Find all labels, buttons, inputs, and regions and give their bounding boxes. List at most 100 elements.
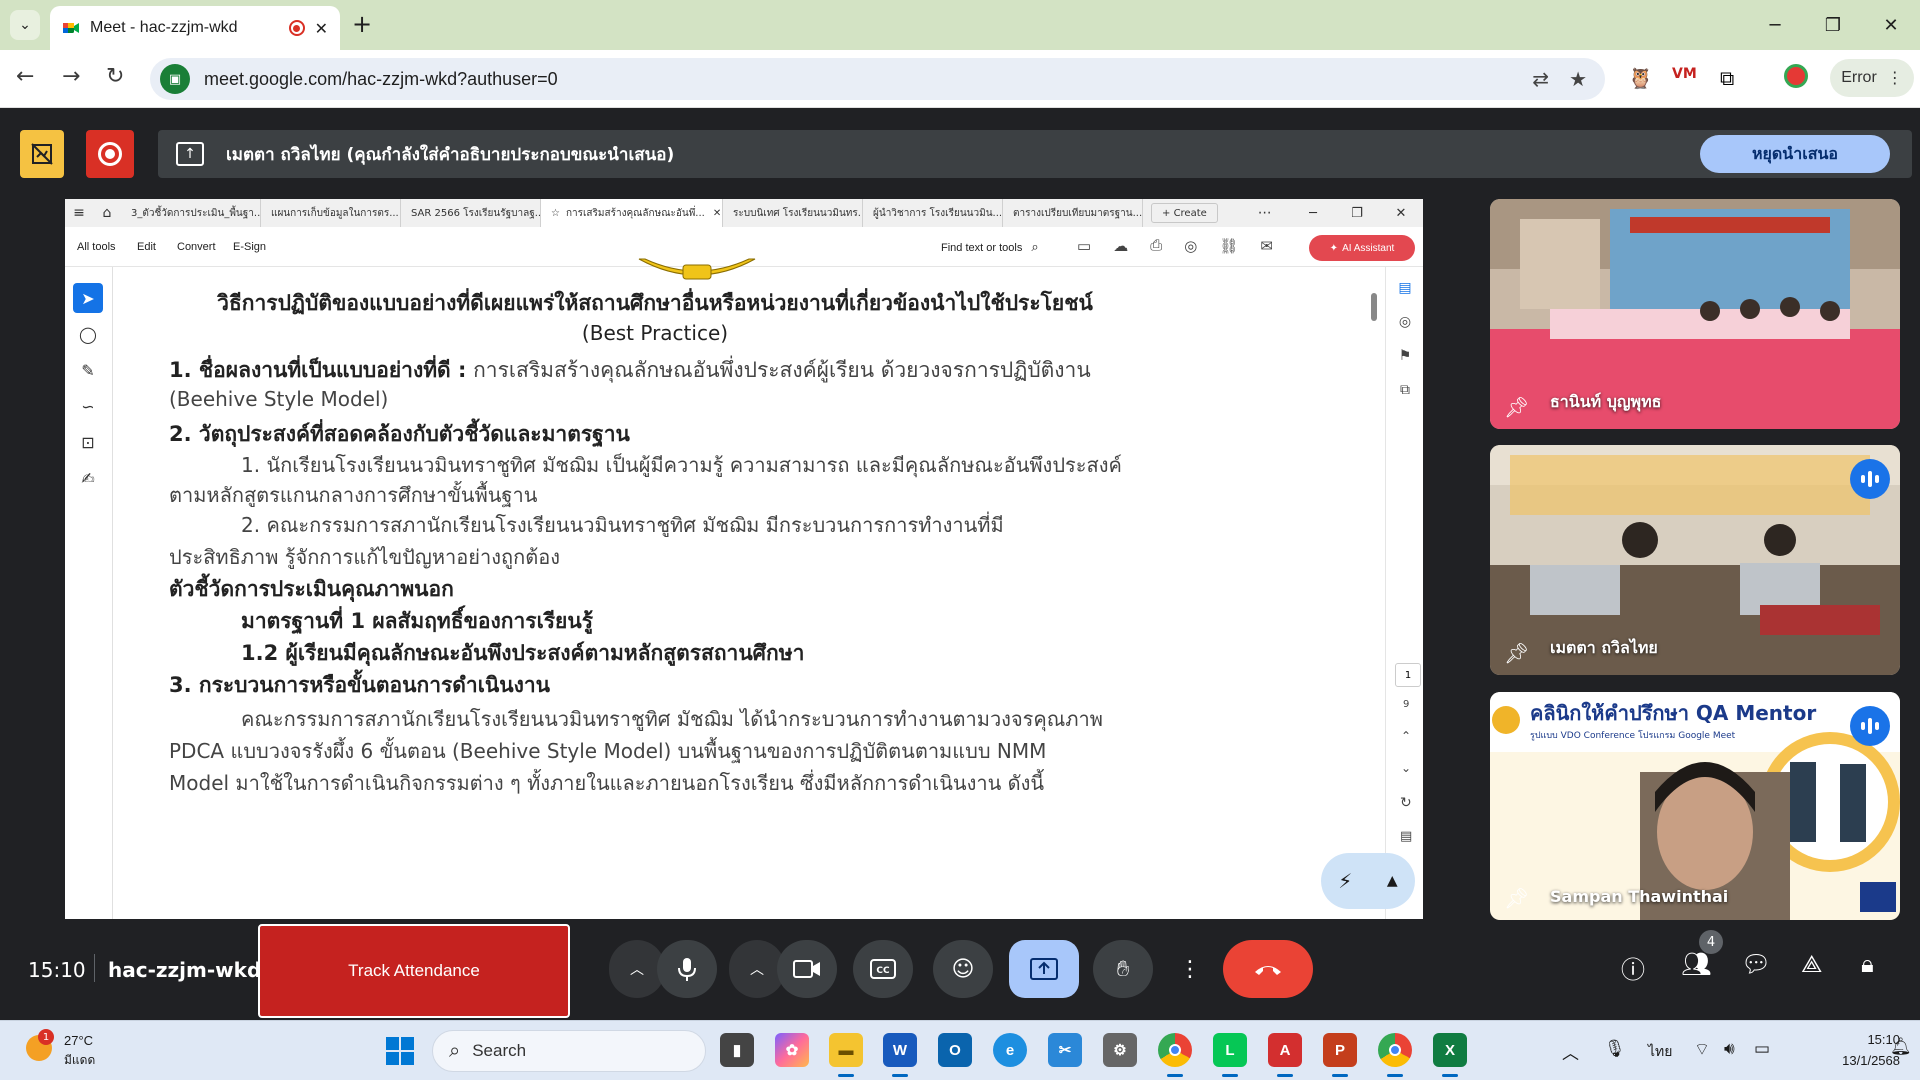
wifi-icon[interactable]: ⌔ [1694,1039,1710,1060]
camera-button[interactable] [777,940,837,998]
settings-icon[interactable]: ⚙ [1103,1033,1137,1067]
weather-widget[interactable]: 1 27°C มีแดด [26,1029,136,1073]
people-icon[interactable]: 👥︎ [1681,950,1711,978]
back-button[interactable]: ← [16,64,34,89]
battery-icon[interactable]: ▭ [1754,1039,1770,1059]
more-tabs-icon[interactable]: ⋯ [1258,205,1272,221]
pin-icon[interactable]: 📌︎ [1504,886,1529,910]
pdf-tab-active[interactable]: ☆ การเสริมสร้างคุณลักษณะอันพึ่... ✕ [541,199,723,227]
draw-tool-icon[interactable]: ∽ [73,391,103,421]
minimize-window-button[interactable]: ─ [1746,0,1804,50]
host-controls-icon[interactable]: 🔒︎ [1861,950,1874,978]
browser-menu-icon[interactable]: ⋮ [1887,68,1903,88]
mail-icon[interactable]: ✉ [1260,237,1273,255]
quick-tools-icon[interactable]: ⚡ [1338,869,1352,893]
snipping-tool-icon[interactable]: ✂ [1048,1033,1082,1067]
pdf-tab[interactable]: แผนการเก็บข้อมูลในการตร... [261,199,401,227]
pin-icon[interactable]: 📌︎ [1504,395,1529,419]
acrobat-icon[interactable]: A [1268,1033,1302,1077]
close-tab-icon[interactable]: ✕ [315,19,328,38]
more-options-button[interactable]: ⋮ [1169,940,1211,998]
chevron-up-icon[interactable]: ▲ [1387,873,1398,889]
pdf-scrollbar[interactable] [1371,293,1377,321]
pdf-menu-icon[interactable]: ≡ [65,205,93,221]
extension-vm-icon[interactable]: VM [1672,66,1697,82]
pdf-home-icon[interactable]: ⌂ [93,205,121,221]
input-language[interactable]: ไทย [1648,1041,1672,1063]
comment-tool-icon[interactable]: ◯ [73,319,103,349]
powerpoint-icon[interactable]: P [1323,1033,1357,1077]
bookmarks-panel-icon[interactable]: ⚑ [1386,339,1423,373]
fit-page-icon[interactable]: ▤ [1400,829,1412,844]
recording-button[interactable] [86,130,134,178]
sign-tool-icon[interactable]: ✍ [73,463,103,493]
notifications-icon[interactable]: 🔔︎ [1890,1037,1912,1057]
captions-button[interactable]: CC [853,940,913,998]
edge-icon[interactable]: e [993,1033,1027,1067]
line-icon[interactable]: L [1213,1033,1247,1077]
print-icon[interactable]: ⎙ [1150,237,1162,255]
meeting-info-icon[interactable]: ⓘ [1621,950,1645,985]
address-bar[interactable]: ▣ meet.google.com/hac-zzjm-wkd?authuser=… [150,58,1605,100]
raise-hand-button[interactable]: ✋︎ [1093,940,1153,998]
copilot-icon[interactable]: ✿ [775,1033,809,1067]
pdf-tab[interactable]: ตารางเปรียบเทียบมาตรฐาน... [1003,199,1143,227]
search-doc-icon[interactable]: ◎ [1184,237,1197,255]
file-explorer-icon[interactable]: ▬ [829,1033,863,1077]
stop-presenting-button[interactable]: หยุดนำเสนอ [1700,135,1890,173]
profile-avatar-icon[interactable] [1784,64,1808,88]
close-pdf-tab-icon[interactable]: ✕ [713,208,721,219]
menu-esign[interactable]: E-Sign [233,241,266,253]
close-window-button[interactable]: ✕ [1862,0,1920,50]
page-number-input[interactable]: 1 [1395,663,1421,687]
chat-icon[interactable]: 💬︎ [1741,950,1771,978]
reactions-button[interactable]: ☺ [933,940,993,998]
pdf-close-button[interactable]: ✕ [1379,199,1423,227]
extension-owl-icon[interactable]: 🦉 [1628,66,1653,90]
create-tab-button[interactable]: + Create [1151,203,1218,223]
comments-panel-icon[interactable]: ◎ [1386,305,1423,339]
find-text-tools[interactable]: Find text or tools ⌕ [941,239,1039,255]
participant-tile[interactable]: คลินิกให้คำปรึกษา QA Mentor รูปแบบ VDO C… [1490,692,1900,920]
pin-icon[interactable]: 📌︎ [1504,641,1529,665]
text-select-tool-icon[interactable]: ⊡ [73,427,103,457]
participant-tile[interactable]: 📌︎ เมตตา ถวิลไทย [1490,445,1900,675]
pdf-restore-button[interactable]: ❐ [1335,199,1379,227]
ai-assistant-button[interactable]: ✦ AI Assistant [1309,235,1415,261]
taskbar-search[interactable]: ⌕ Search [432,1030,706,1072]
present-screen-button[interactable] [1009,940,1079,998]
select-tool-icon[interactable]: ➤ [73,283,103,313]
windows-start-icon[interactable] [386,1037,414,1065]
profile-error-chip[interactable]: Error ⋮ [1830,59,1914,97]
menu-edit[interactable]: Edit [137,241,156,253]
volume-icon[interactable]: 🔊︎ [1724,1039,1735,1059]
excel-icon[interactable]: X [1433,1033,1467,1077]
browser-tab-meet[interactable]: Meet - hac-zzjm-wkd ✕ [50,6,340,50]
chrome-icon[interactable] [1158,1033,1192,1077]
tab-search-button[interactable]: ⌄ [10,10,40,40]
link-icon[interactable]: ⛓ [1219,237,1238,255]
translate-icon[interactable]: ⇄ [1532,67,1549,91]
chrome-profile-icon[interactable] [1378,1033,1412,1077]
word-icon[interactable]: W [883,1033,917,1077]
task-view-icon[interactable]: ▮ [720,1033,754,1067]
pdf-tab[interactable]: ผู้นำวิชาการ โรงเรียนนวมิน... [863,199,1003,227]
track-attendance-button[interactable]: Track Attendance [258,924,570,1018]
forward-button[interactable]: → [62,64,80,89]
activities-icon[interactable]: ⟁ [1801,950,1822,978]
pdf-tab[interactable]: SAR 2566 โรงเรียนรัฐบาลฐ... [401,199,541,227]
bookmark-star-icon[interactable]: ★ [1569,67,1587,91]
participant-tile[interactable]: 📌︎ ธานินท์ บุญพุทธ [1490,199,1900,429]
new-tab-button[interactable]: + [352,10,372,38]
save-icon[interactable]: ▭ [1077,237,1091,255]
pdf-minimize-button[interactable]: ─ [1291,199,1335,227]
taskbar-clock[interactable]: 15:10 13/1/2568 [1808,1029,1900,1071]
microphone-tray-icon[interactable]: 🎙︎ [1604,1039,1626,1059]
quick-action-pill[interactable]: ⚡ ▲ [1321,853,1415,909]
reload-button[interactable]: ↻ [106,64,124,89]
outlook-icon[interactable]: O [938,1033,972,1067]
pdf-tab[interactable]: 3_ตัวชี้วัดการประเมิน_พื้นฐา... [121,199,261,227]
rotate-icon[interactable]: ↻ [1400,795,1412,811]
site-info-icon[interactable]: ▣ [160,64,190,94]
show-hidden-icons-icon[interactable]: ︿ [1562,1039,1579,1064]
